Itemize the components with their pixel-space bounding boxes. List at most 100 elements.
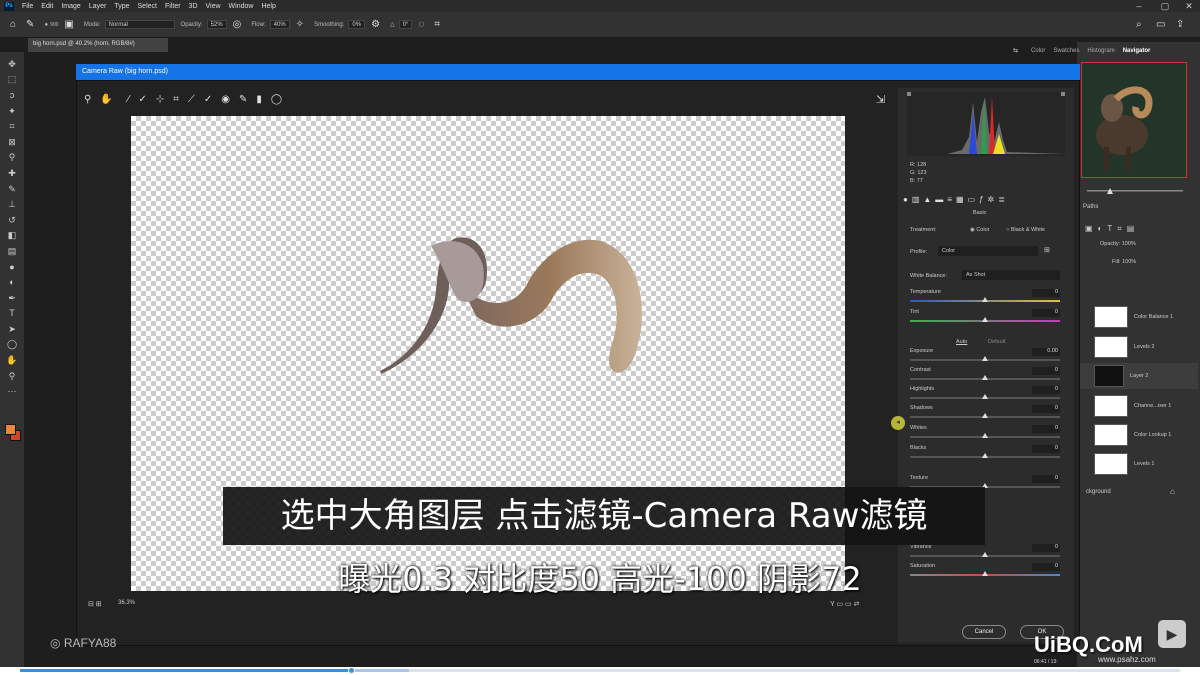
tab-navigator[interactable]: Navigator: [1123, 44, 1151, 58]
crop-icon[interactable]: ⌗: [173, 94, 179, 105]
layer-row-selected[interactable]: Layer 2: [1080, 363, 1198, 389]
slider-track[interactable]: [910, 433, 1060, 438]
slider-value-input[interactable]: 0: [1032, 309, 1060, 317]
angle-input[interactable]: 0°: [398, 20, 413, 29]
targeted-adjust-icon[interactable]: ⊹: [156, 94, 164, 105]
opacity-control[interactable]: Opacity: 52%: [181, 20, 227, 29]
menu-image[interactable]: Image: [61, 3, 80, 10]
menu-window[interactable]: Window: [229, 3, 254, 10]
airbrush-icon[interactable]: ✧: [296, 19, 304, 30]
slider-knob[interactable]: [982, 297, 988, 302]
slider-knob[interactable]: [982, 394, 988, 399]
menu-select[interactable]: Select: [138, 3, 157, 10]
slider-track[interactable]: [910, 394, 1060, 399]
gear-icon[interactable]: ⚙: [371, 19, 380, 30]
slider-knob[interactable]: [982, 433, 988, 438]
play-icon[interactable]: ▶: [1158, 620, 1186, 648]
flow-control[interactable]: Flow: 40%: [251, 20, 290, 29]
opacity-input[interactable]: 52%: [206, 20, 227, 29]
eraser-tool-icon[interactable]: ◧: [6, 229, 18, 241]
video-track[interactable]: [20, 667, 1180, 674]
red-eye-icon[interactable]: ◉: [221, 94, 230, 105]
layers-fill-value[interactable]: 100%: [1122, 259, 1136, 265]
navigator-preview[interactable]: [1081, 62, 1187, 178]
brush-tool-icon[interactable]: ✎: [6, 183, 18, 195]
slider-value-input[interactable]: 0: [1032, 367, 1060, 375]
slider-value-input[interactable]: 0: [1032, 445, 1060, 453]
tab-color[interactable]: Color: [1031, 44, 1045, 58]
shape-tool-icon[interactable]: ◯: [6, 338, 18, 350]
history-brush-icon[interactable]: ↺: [6, 214, 18, 226]
magic-wand-tool-icon[interactable]: ✦: [6, 105, 18, 117]
graduated-filter-icon[interactable]: ▮: [256, 94, 262, 105]
symmetry-icon[interactable]: ⌗: [434, 19, 440, 30]
layer-row[interactable]: Levels 2: [1080, 334, 1198, 360]
frame-tool-icon[interactable]: ⊠: [6, 136, 18, 148]
menu-filter[interactable]: Filter: [165, 3, 181, 10]
foreground-color-swatch[interactable]: [5, 424, 16, 435]
video-progress-bar[interactable]: [0, 667, 1200, 675]
brush-panel-icon[interactable]: ▣: [64, 19, 73, 30]
layers-fill[interactable]: Fill: 100%: [1112, 259, 1136, 265]
move-tool-icon[interactable]: ✥: [6, 58, 18, 70]
slider-knob[interactable]: [982, 356, 988, 361]
lasso-tool-icon[interactable]: ↄ: [6, 89, 18, 101]
crop-tool-icon[interactable]: ⌗: [6, 120, 18, 132]
slider-value-input[interactable]: 0: [1032, 405, 1060, 413]
tab-histogram[interactable]: Histogram: [1087, 44, 1114, 58]
slider-track[interactable]: [910, 375, 1060, 380]
lock-icon[interactable]: ⌂: [1170, 487, 1175, 496]
layer-row[interactable]: Channe...ixer 1: [1080, 393, 1198, 419]
smoothing-control[interactable]: Smoothing: 0%: [314, 20, 366, 29]
search-icon[interactable]: ⌕: [1136, 19, 1142, 30]
workspace-icon[interactable]: ▭: [1156, 19, 1165, 30]
blur-tool-icon[interactable]: ●: [6, 261, 18, 273]
slider-track[interactable]: [910, 297, 1060, 302]
close-icon[interactable]: ✕: [1176, 0, 1200, 12]
layers-opacity[interactable]: Opacity: 100%: [1100, 241, 1136, 247]
document-tab[interactable]: big horn.psd @ 40.2% (horn, RGB/8#): [28, 38, 168, 52]
white-balance-icon[interactable]: ⁄: [128, 94, 130, 105]
menu-view[interactable]: View: [206, 3, 221, 10]
straighten-icon[interactable]: ⟋: [188, 94, 195, 105]
default-button[interactable]: Default: [988, 339, 1005, 345]
slider-track[interactable]: [910, 571, 1060, 576]
color-sampler-icon[interactable]: ✓: [138, 94, 146, 105]
radial-filter-icon[interactable]: ◯: [271, 94, 282, 105]
slider-value-input[interactable]: 0: [1032, 475, 1060, 483]
zoom-level[interactable]: 36.3%: [118, 600, 135, 606]
slider-value-input[interactable]: 0: [1032, 425, 1060, 433]
slider-track[interactable]: [910, 552, 1060, 557]
auto-button[interactable]: Auto: [956, 339, 967, 345]
layers-opacity-value[interactable]: 100%: [1122, 241, 1136, 247]
profile-select[interactable]: Color: [938, 246, 1038, 256]
slider-value-input[interactable]: 0: [1032, 289, 1060, 297]
type-tool-icon[interactable]: T: [6, 307, 18, 319]
pressure-size-icon[interactable]: ◌: [418, 19, 424, 30]
gradient-tool-icon[interactable]: ▤: [6, 245, 18, 257]
cancel-button[interactable]: Cancel: [962, 625, 1006, 639]
zoom-icon[interactable]: ⚲: [84, 94, 91, 105]
layer-row[interactable]: Color Balance 1: [1080, 304, 1198, 330]
more-tools-icon[interactable]: ⋯: [6, 385, 18, 397]
brush-size[interactable]: ● 900: [44, 22, 58, 28]
slider-value-input[interactable]: 0: [1032, 544, 1060, 552]
treatment-bw-radio[interactable]: ○ Black & White: [1006, 227, 1045, 233]
slider-knob[interactable]: [982, 552, 988, 557]
layer-row[interactable]: Color Lookup 1: [1080, 422, 1198, 448]
smoothing-input[interactable]: 0%: [348, 20, 366, 29]
slider-knob[interactable]: [982, 453, 988, 458]
pen-tool-icon[interactable]: ✒: [6, 292, 18, 304]
slider-track[interactable]: [910, 453, 1060, 458]
flow-input[interactable]: 40%: [269, 20, 290, 29]
healing-tool-icon[interactable]: ✚: [6, 167, 18, 179]
slider-track[interactable]: [910, 356, 1060, 361]
share-icon[interactable]: ⇪: [1176, 19, 1184, 30]
layer-filter-icons[interactable]: ▣◐T⌗▤: [1085, 224, 1139, 234]
menu-type[interactable]: Type: [114, 3, 129, 10]
maximize-icon[interactable]: ▢: [1152, 0, 1178, 12]
layer-row[interactable]: Levels 1: [1080, 451, 1198, 477]
slider-track[interactable]: [910, 317, 1060, 322]
video-scrubber[interactable]: [347, 667, 355, 674]
home-icon[interactable]: ⌂: [10, 19, 16, 30]
